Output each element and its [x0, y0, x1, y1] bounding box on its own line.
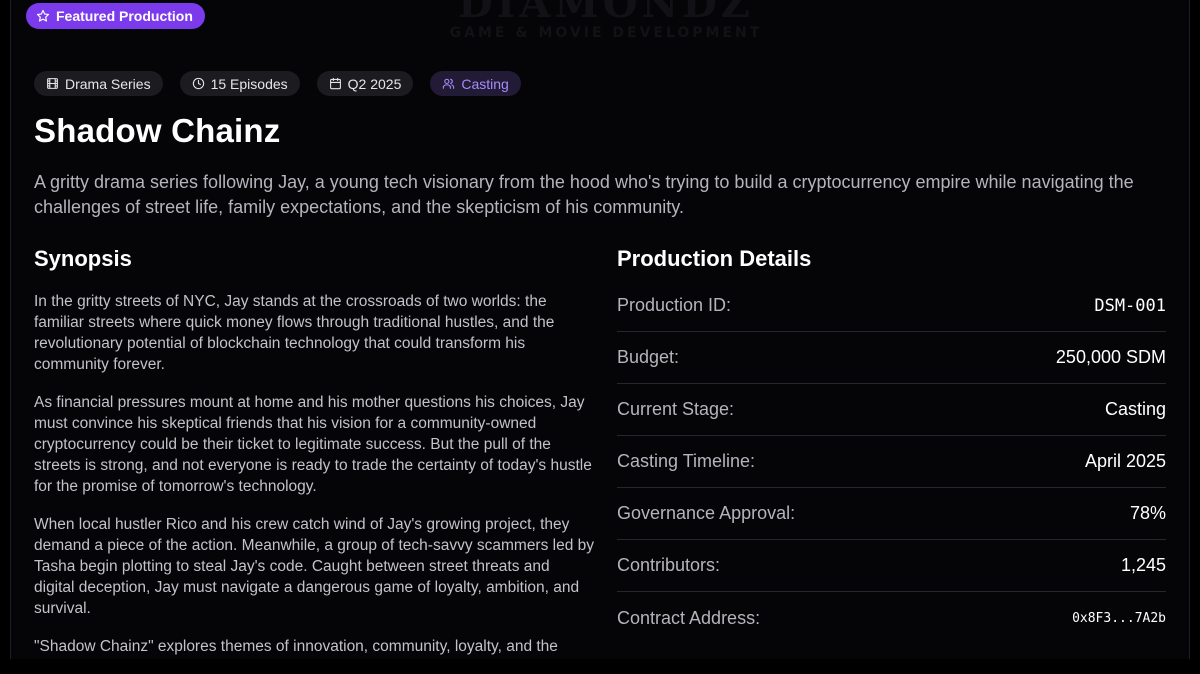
detail-row-contributors: Contributors: 1,245: [617, 540, 1166, 592]
tag-label: Q2 2025: [347, 75, 402, 92]
film-icon: [47, 78, 58, 89]
synopsis-paragraph: As financial pressures mount at home and…: [34, 394, 592, 495]
detail-row-contract-address: Contract Address: 0x8F3...7A2b: [617, 592, 1166, 644]
tag-label: 15 Episodes: [210, 75, 288, 92]
tag-episodes: 15 Episodes: [179, 71, 300, 96]
users-icon: [443, 78, 455, 89]
synopsis-paragraph: "Shadow Chainz" explores themes of innov…: [34, 638, 558, 655]
contract-address-value[interactable]: 0x8F3...7A2b: [1072, 611, 1166, 626]
detail-value: April 2025: [1084, 451, 1166, 471]
detail-value: Casting: [1104, 399, 1166, 419]
detail-row-production-id: Production ID: DSM-001: [617, 280, 1166, 332]
tag-release-quarter: Q2 2025: [316, 71, 414, 96]
production-tags: Drama Series 15 Episodes Q2 2025 Casting: [34, 71, 521, 96]
detail-label: Casting Timeline:: [617, 451, 756, 471]
detail-label: Budget:: [617, 347, 680, 367]
tag-label: Casting: [461, 75, 509, 92]
detail-label: Governance Approval:: [617, 503, 796, 523]
detail-label: Contributors:: [617, 555, 721, 575]
synopsis-paragraph: In the gritty streets of NYC, Jay stands…: [34, 293, 555, 373]
tag-label: Drama Series: [65, 75, 151, 92]
detail-value: 250,000 SDM: [1055, 347, 1166, 367]
detail-row-budget: Budget: 250,000 SDM: [617, 332, 1166, 384]
detail-row-casting-timeline: Casting Timeline: April 2025: [617, 436, 1166, 488]
detail-label: Current Stage:: [617, 399, 735, 419]
detail-value: 1,245: [1120, 555, 1166, 575]
featured-production-badge: Featured Production: [26, 3, 205, 29]
synopsis-body: In the gritty streets of NYC, Jay stands…: [34, 291, 594, 674]
clock-icon: [192, 77, 204, 90]
synopsis-heading: Synopsis: [34, 246, 132, 271]
production-details-list: Production ID: DSM-001 Budget: 250,000 S…: [617, 280, 1166, 644]
production-title: Shadow Chainz: [34, 112, 281, 149]
tag-drama-series: Drama Series: [34, 71, 163, 96]
synopsis-paragraph: When local hustler Rico and his crew cat…: [34, 516, 595, 617]
detail-value: DSM-001: [1094, 295, 1166, 316]
detail-row-governance-approval: Governance Approval: 78%: [617, 488, 1166, 540]
tag-casting-status: Casting: [430, 71, 521, 96]
detail-label: Contract Address:: [617, 607, 761, 628]
featured-badge-label: Featured Production: [56, 8, 193, 24]
detail-row-current-stage: Current Stage: Casting: [617, 384, 1166, 436]
detail-value: 78%: [1129, 503, 1166, 523]
calendar-icon: [329, 77, 341, 90]
detail-label: Production ID:: [617, 295, 732, 315]
production-description: A gritty drama series following Jay, a y…: [34, 172, 1134, 217]
production-details-heading: Production Details: [617, 246, 812, 271]
star-icon: [36, 9, 50, 22]
